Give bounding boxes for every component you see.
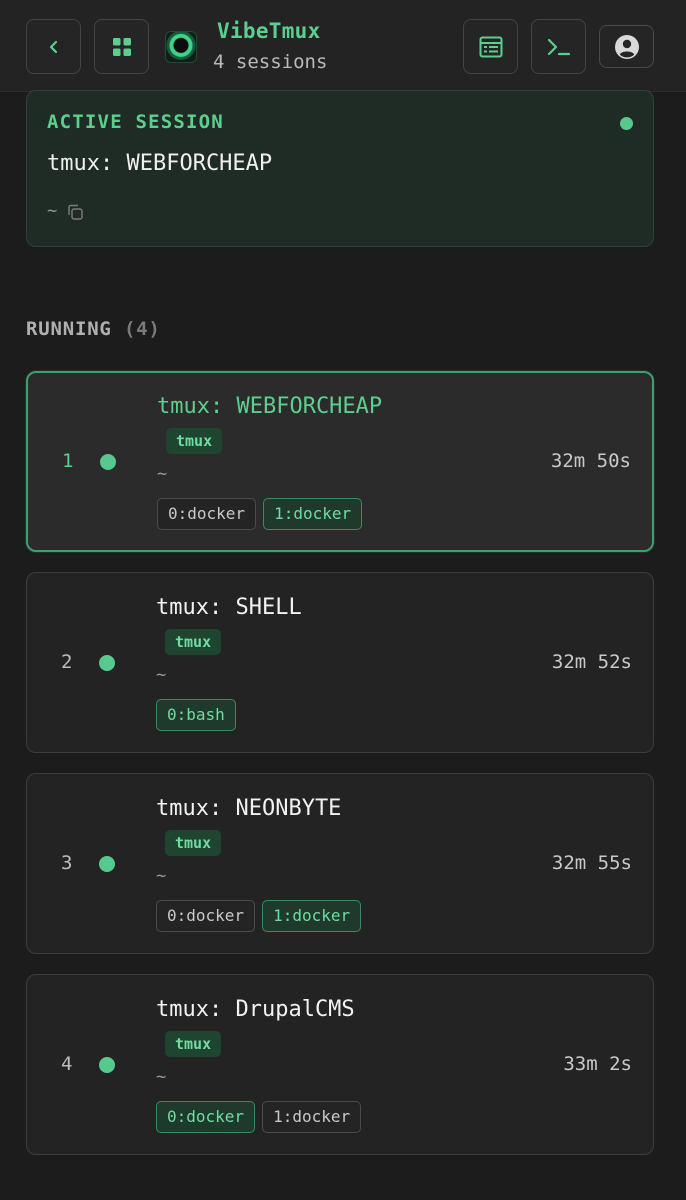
window-list: 0:docker 1:docker — [156, 1101, 362, 1133]
window-chip[interactable]: 1:docker — [263, 498, 363, 530]
account-button[interactable] — [599, 25, 654, 68]
session-name: tmux: SHELL — [156, 595, 302, 620]
session-index: 2 — [61, 651, 73, 673]
window-chip[interactable]: 0:bash — [156, 699, 236, 731]
window-list: 0:bash — [156, 699, 236, 731]
session-uptime: 33m 2s — [563, 1053, 632, 1075]
session-row[interactable]: 2 tmux: SHELL tmux ~0:bash 32m 52s — [26, 572, 654, 753]
running-count: (4) — [123, 318, 161, 340]
sessions-table-button[interactable] — [463, 19, 518, 74]
active-status-dot — [620, 117, 633, 130]
active-session-card: ACTIVE SESSION tmux: WEBFORCHEAP ~ — [26, 90, 654, 247]
session-index: 1 — [62, 450, 74, 472]
active-session-name: tmux: WEBFORCHEAP — [47, 151, 273, 176]
back-button[interactable] — [26, 19, 81, 74]
session-uptime: 32m 50s — [550, 450, 631, 472]
session-count: 4 sessions — [213, 51, 328, 73]
session-status-dot — [100, 454, 116, 470]
session-type-badge: tmux — [165, 830, 222, 856]
session-path: ~ — [156, 866, 167, 886]
session-name: tmux: DrupalCMS — [156, 997, 355, 1022]
window-chip[interactable]: 0:docker — [156, 1101, 256, 1133]
session-name: tmux: WEBFORCHEAP — [157, 394, 383, 419]
table-icon — [479, 36, 502, 57]
active-session-heading: ACTIVE SESSION — [47, 111, 224, 133]
running-section-heading: RUNNING (4) — [26, 318, 161, 340]
session-type-badge: tmux — [165, 629, 222, 655]
page: VibeTmux 4 sessions ACTIVE SESSION tmux:… — [0, 0, 686, 1200]
session-row[interactable]: 3 tmux: NEONBYTE tmux ~0:docker 1:docker 32m … — [26, 773, 654, 954]
app-logo — [165, 31, 197, 63]
window-chip[interactable]: 1:docker — [262, 1101, 362, 1133]
session-status-dot — [99, 1057, 115, 1073]
session-status-dot — [99, 856, 115, 872]
window-chip[interactable]: 0:docker — [157, 498, 257, 530]
session-uptime: 32m 55s — [551, 852, 632, 874]
grid-icon — [112, 37, 131, 56]
session-index: 3 — [61, 852, 73, 874]
terminal-icon — [547, 38, 570, 55]
session-index: 4 — [61, 1053, 73, 1075]
window-list: 0:docker 1:docker — [156, 900, 362, 932]
copy-icon[interactable] — [66, 203, 84, 221]
session-status-dot — [99, 655, 115, 671]
session-row[interactable]: 4 tmux: DrupalCMS tmux ~0:docker 1:docker 33m… — [26, 974, 654, 1155]
window-chip[interactable]: 0:docker — [156, 900, 256, 932]
user-circle-icon — [614, 34, 639, 59]
session-type-badge: tmux — [165, 1031, 222, 1057]
window-list: 0:docker 1:docker — [157, 498, 363, 530]
session-path: ~ — [156, 665, 167, 685]
session-type-badge: tmux — [166, 428, 223, 454]
chevron-left-icon — [49, 40, 57, 53]
grid-view-button[interactable] — [94, 19, 149, 74]
active-session-path: ~ — [47, 201, 58, 221]
terminal-button[interactable] — [531, 19, 586, 74]
session-uptime: 32m 52s — [551, 651, 632, 673]
window-chip[interactable]: 1:docker — [262, 900, 362, 932]
session-name: tmux: NEONBYTE — [156, 796, 342, 821]
session-path: ~ — [156, 1067, 167, 1087]
session-row[interactable]: 1 tmux: WEBFORCHEAP tmux ~0:docker 1:docker 3… — [26, 371, 654, 552]
running-label: RUNNING — [26, 318, 112, 340]
session-path: ~ — [157, 464, 168, 484]
app-title: VibeTmux — [217, 19, 321, 43]
app-header: VibeTmux 4 sessions — [0, 0, 686, 92]
